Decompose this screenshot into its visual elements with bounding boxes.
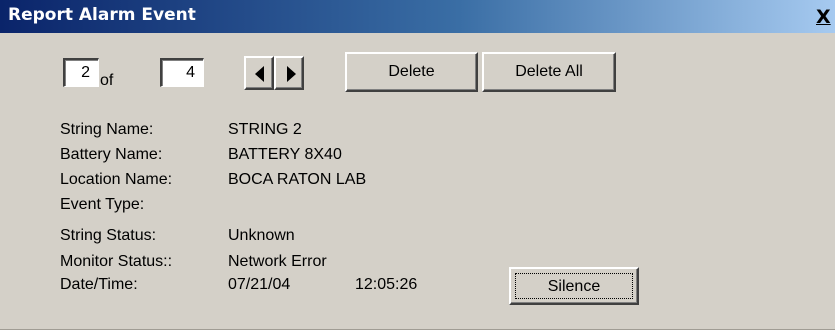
string-name-label: String Name: [60,121,154,138]
window-title: Report Alarm Event [8,5,196,25]
close-icon: X [816,6,831,28]
time-value: 12:05:26 [355,276,418,293]
string-status-label: String Status: [60,227,157,244]
current-record-field[interactable]: 2 [63,58,99,87]
monitor-status-label: Monitor Status:: [60,253,173,270]
next-record-button[interactable] [274,56,304,90]
battery-name-label: Battery Name: [60,146,163,163]
location-name-label: Location Name: [60,171,173,188]
date-value: 07/21/04 [228,276,291,293]
left-arrow-icon [255,66,264,82]
delete-all-button[interactable]: Delete All [482,52,616,92]
string-name-value: STRING 2 [228,121,302,138]
silence-button[interactable]: Silence [509,267,639,305]
monitor-status-value: Network Error [228,253,327,270]
previous-record-button[interactable] [244,56,274,90]
battery-name-value: BATTERY 8X40 [228,146,342,163]
datetime-label: Date/Time: [60,276,138,293]
report-alarm-event-dialog: Report Alarm Event X 2 of 4 Delete Delet… [0,0,835,330]
title-bar: Report Alarm Event X [0,0,835,33]
location-name-value: BOCA RATON LAB [228,171,367,188]
event-type-label: Event Type: [60,196,145,213]
string-status-value: Unknown [228,227,295,244]
delete-button[interactable]: Delete [345,52,478,92]
right-arrow-icon [287,66,296,82]
of-label: of [100,72,114,89]
silence-label: Silence [515,273,633,299]
total-records-field: 4 [160,58,204,87]
close-button[interactable]: X [812,6,835,28]
